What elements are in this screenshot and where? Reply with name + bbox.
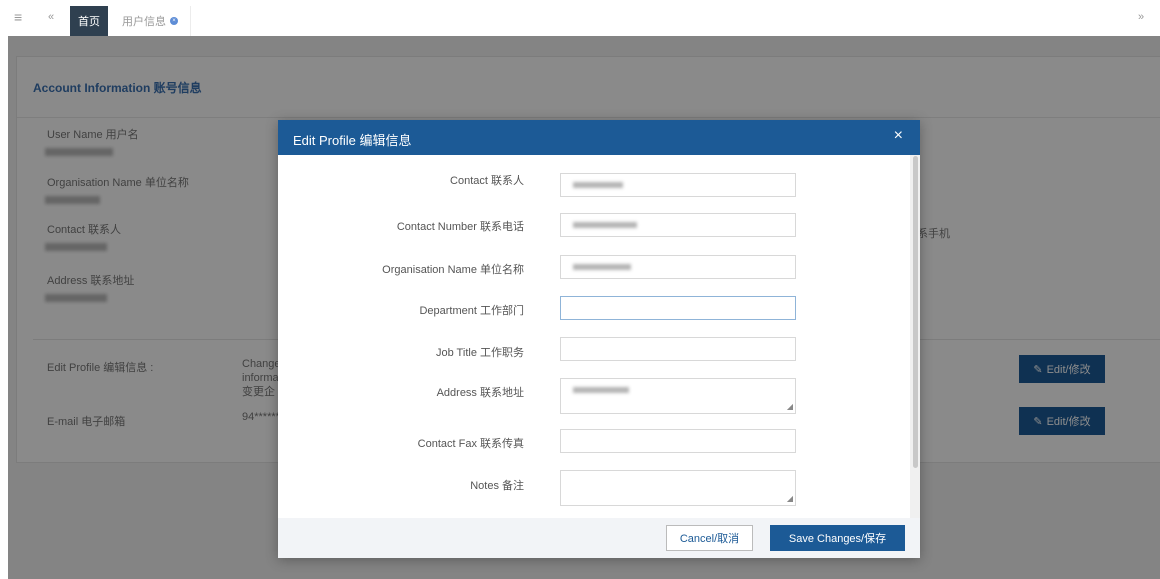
contact-fax-label: Contact Fax 联系传真 bbox=[417, 438, 524, 450]
double-left-arrow-icon[interactable]: « bbox=[48, 11, 54, 23]
contact-input[interactable] bbox=[560, 173, 796, 197]
contact-fax-input[interactable] bbox=[560, 429, 796, 453]
organisation-name-input-value bbox=[573, 264, 631, 270]
contact-number-label: Contact Number 联系电话 bbox=[396, 221, 524, 233]
contact-number-input[interactable] bbox=[560, 213, 796, 237]
contact-input-value bbox=[573, 182, 623, 188]
contact-label: Contact 联系人 bbox=[450, 175, 524, 187]
organisation-name-input[interactable] bbox=[560, 255, 796, 279]
notes-textarea[interactable]: ◢ bbox=[560, 470, 796, 506]
hamburger-icon[interactable]: ≡ bbox=[14, 9, 22, 25]
department-label: Department 工作部门 bbox=[419, 305, 524, 317]
modal-title: Edit Profile 编辑信息 bbox=[293, 133, 412, 148]
notes-label: Notes 备注 bbox=[470, 480, 524, 492]
tab-bar: ≡ « 首页 用户信息 × » bbox=[0, 0, 1160, 36]
address-textarea[interactable]: ◢ bbox=[560, 378, 796, 414]
save-changes-button[interactable]: Save Changes/保存 bbox=[770, 525, 905, 551]
resize-grip-icon[interactable]: ◢ bbox=[787, 403, 793, 411]
close-icon[interactable]: × bbox=[894, 127, 903, 145]
modal-scrollbar-thumb[interactable] bbox=[913, 156, 918, 468]
department-input[interactable] bbox=[560, 296, 796, 320]
double-right-arrow-icon[interactable]: » bbox=[1138, 11, 1144, 23]
address-textarea-value bbox=[573, 387, 629, 393]
modal-header: Edit Profile 编辑信息 × bbox=[278, 120, 920, 155]
job-title-input[interactable] bbox=[560, 337, 796, 361]
edit-profile-modal: Edit Profile 编辑信息 × Contact 联系人 Contact … bbox=[278, 120, 920, 558]
close-icon[interactable]: × bbox=[170, 17, 178, 25]
tab-home[interactable]: 首页 bbox=[70, 6, 108, 36]
cancel-button[interactable]: Cancel/取消 bbox=[666, 525, 753, 551]
resize-grip-icon[interactable]: ◢ bbox=[787, 495, 793, 503]
modal-body: Contact 联系人 Contact Number 联系电话 Organisa… bbox=[278, 155, 910, 518]
job-title-label: Job Title 工作职务 bbox=[435, 347, 524, 359]
organisation-name-label: Organisation Name 单位名称 bbox=[382, 264, 524, 276]
tab-user-info[interactable]: 用户信息 × bbox=[110, 6, 191, 36]
tab-user-info-label: 用户信息 bbox=[122, 16, 166, 28]
contact-number-input-value bbox=[573, 222, 637, 228]
modal-footer: Cancel/取消 Save Changes/保存 bbox=[278, 518, 920, 558]
address-label: Address 联系地址 bbox=[436, 387, 524, 399]
